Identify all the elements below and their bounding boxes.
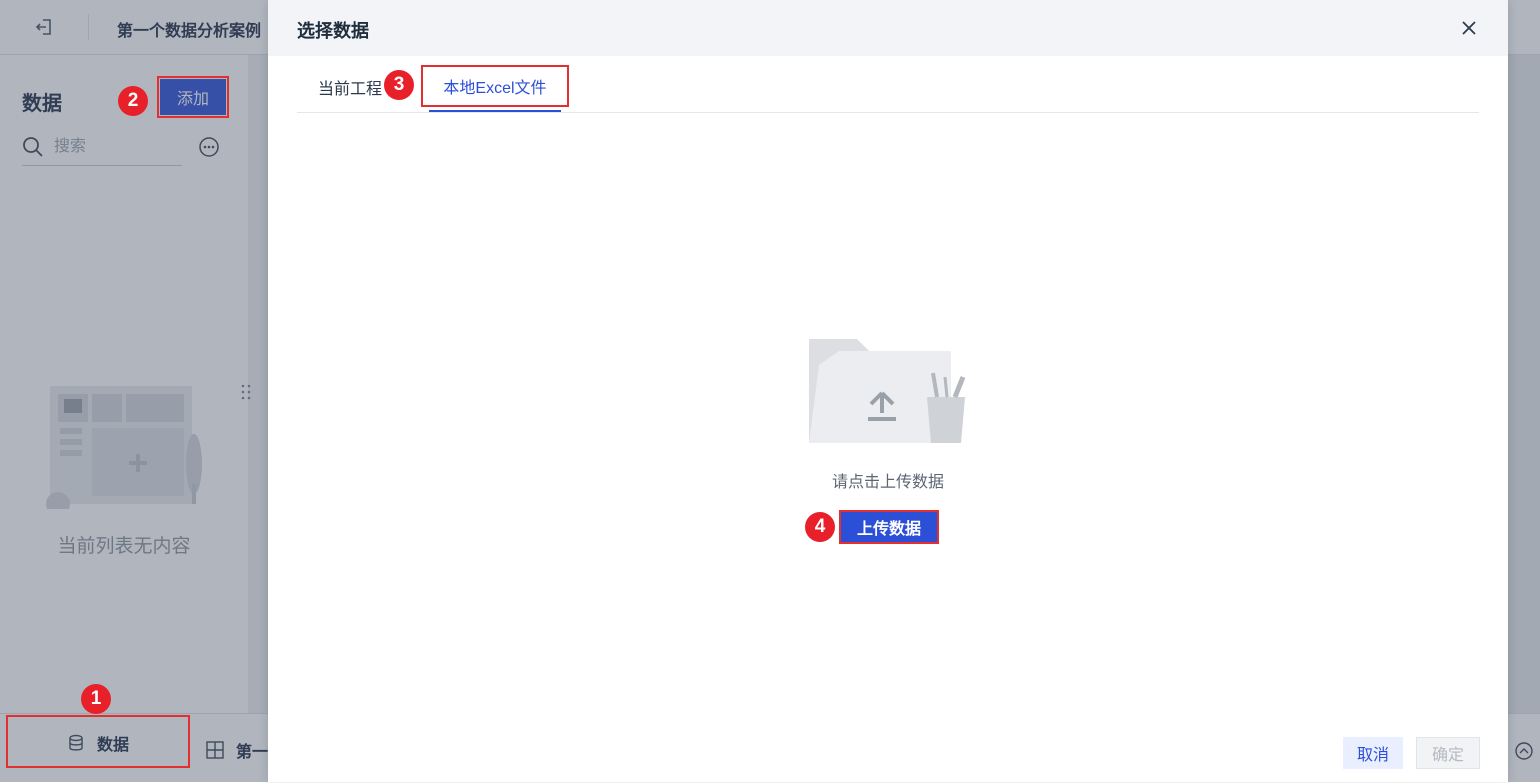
highlight-data-tab [6, 715, 190, 768]
folder-upload-icon [809, 339, 966, 443]
confirm-button[interactable]: 确定 [1416, 737, 1480, 769]
highlight-add-button [157, 76, 229, 118]
step-badge-4: 4 [805, 512, 835, 542]
tab-local-excel[interactable]: 本地Excel文件 [421, 65, 569, 107]
dialog-tabs: 当前工程 本地Excel文件 [297, 56, 1479, 113]
close-button[interactable] [1456, 15, 1482, 41]
close-icon [1462, 21, 1476, 35]
tab-current-project[interactable]: 当前工程 [318, 75, 382, 99]
cancel-button[interactable]: 取消 [1343, 737, 1403, 769]
active-tab-indicator [429, 110, 561, 112]
upload-hint-text: 请点击上传数据 [831, 474, 944, 491]
step-badge-2: 2 [118, 86, 148, 116]
select-data-dialog: 选择数据 当前工程 本地Excel文件 3 请点击上传数据 上传数据 4 取消 … [268, 0, 1508, 782]
dialog-title: 选择数据 [297, 21, 369, 41]
step-badge-1: 1 [81, 684, 111, 714]
step-badge-3: 3 [384, 70, 414, 100]
upload-data-button[interactable]: 上传数据 [839, 510, 939, 544]
dialog-header: 选择数据 [268, 0, 1508, 56]
